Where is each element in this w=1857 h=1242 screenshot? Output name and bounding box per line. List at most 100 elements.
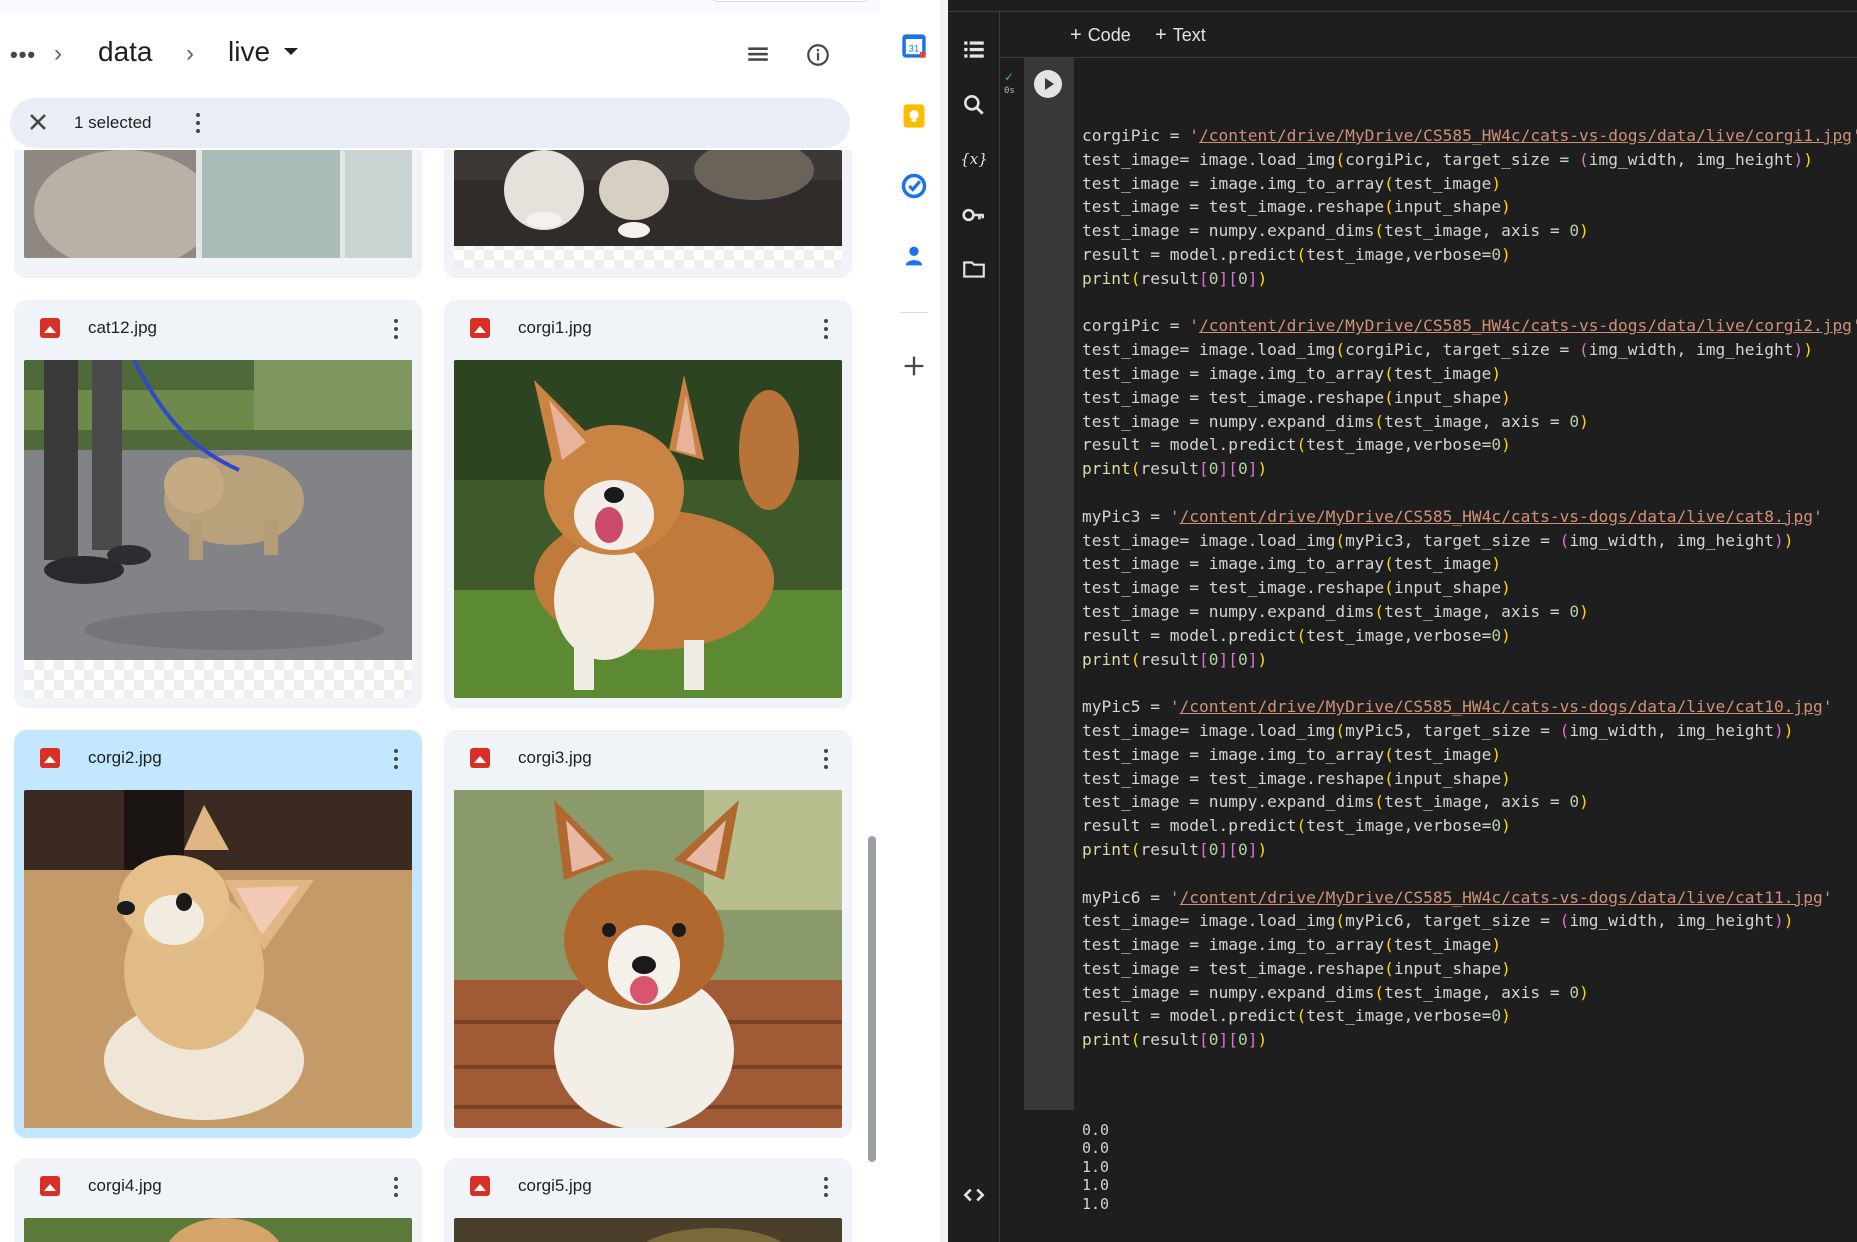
file-card-corgi5[interactable]: corgi5.jpg <box>444 1158 852 1242</box>
code-line[interactable]: print(result[0][0]) <box>1082 1028 1857 1052</box>
code-line[interactable] <box>1082 671 1857 695</box>
corgi-in-grass-thumbnail <box>454 360 842 698</box>
add-code-cell-button[interactable]: + Code <box>1070 24 1131 47</box>
file-card-header: corgi3.jpg <box>444 730 852 790</box>
code-line[interactable]: test_image = test_image.reshape(input_sh… <box>1082 576 1857 600</box>
window-divider <box>940 0 948 1242</box>
code-line[interactable]: test_image = numpy.expand_dims(test_imag… <box>1082 790 1857 814</box>
code-line[interactable]: test_image= image.load_img(myPic5, targe… <box>1082 719 1857 743</box>
more-options-icon[interactable] <box>388 1172 404 1202</box>
code-line[interactable]: test_image= image.load_img(corgiPic, tar… <box>1082 148 1857 172</box>
file-card-corgi2-selected[interactable]: corgi2.jpg <box>14 730 422 1138</box>
file-card-header: corgi5.jpg <box>444 1158 852 1218</box>
info-icon[interactable] <box>805 42 831 68</box>
drive-panel: ••• › data › live 1 selected cat12.jpg c… <box>0 0 880 1242</box>
code-line[interactable]: test_image = test_image.reshape(input_sh… <box>1082 386 1857 410</box>
file-path: /content/drive/MyDrive/CS585_HW4c/cats-v… <box>1179 887 1823 907</box>
code-line[interactable]: result = model.predict(test_image,verbos… <box>1082 624 1857 648</box>
code-text[interactable]: corgiPic = '/content/drive/MyDrive/CS585… <box>1082 124 1857 1052</box>
code-line[interactable]: test_image = image.img_to_array(test_ima… <box>1082 362 1857 386</box>
breadcrumb-more-button[interactable]: ••• <box>10 42 36 68</box>
file-card-cat12[interactable]: cat12.jpg <box>14 300 422 708</box>
cat-thumbnail <box>24 150 412 258</box>
output-line: 1.0 <box>1082 1176 1110 1195</box>
code-line[interactable] <box>1082 862 1857 886</box>
search-pill[interactable] <box>710 0 870 2</box>
code-line[interactable]: test_image = numpy.expand_dims(test_imag… <box>1082 981 1857 1005</box>
file-name: corgi2.jpg <box>88 748 162 767</box>
file-card-corgi3[interactable]: corgi3.jpg <box>444 730 852 1138</box>
output-line: 1.0 <box>1082 1194 1110 1213</box>
code-line[interactable]: print(result[0][0]) <box>1082 838 1857 862</box>
code-line[interactable]: test_image = image.img_to_array(test_ima… <box>1082 933 1857 957</box>
code-line[interactable]: result = model.predict(test_image,verbos… <box>1082 433 1857 457</box>
close-icon[interactable] <box>24 108 52 136</box>
code-line[interactable]: result = model.predict(test_image,verbos… <box>1082 814 1857 838</box>
breadcrumb-item-data[interactable]: data <box>98 36 153 68</box>
code-line[interactable]: test_image= image.load_img(myPic6, targe… <box>1082 909 1857 933</box>
search-icon[interactable] <box>961 92 987 118</box>
list-view-icon[interactable] <box>745 42 771 68</box>
code-line[interactable] <box>1082 481 1857 505</box>
code-line[interactable]: myPic5 = '/content/drive/MyDrive/CS585_H… <box>1082 695 1857 719</box>
run-cell-button[interactable] <box>1034 70 1062 98</box>
code-line[interactable]: test_image = test_image.reshape(input_sh… <box>1082 767 1857 791</box>
code-line[interactable]: test_image = image.img_to_array(test_ima… <box>1082 172 1857 196</box>
code-cell[interactable]: ✓ 0s corgiPic = '/content/drive/MyDrive/… <box>1000 58 1857 1242</box>
more-options-icon[interactable] <box>818 744 834 774</box>
file-path: /content/drive/MyDrive/CS585_HW4c/cats-v… <box>1198 126 1852 145</box>
colab-left-rail: {x} <box>948 12 1000 1242</box>
code-line[interactable]: print(result[0][0]) <box>1082 267 1857 291</box>
code-line[interactable]: corgiPic = '/content/drive/MyDrive/CS585… <box>1082 124 1857 148</box>
contacts-icon[interactable] <box>900 242 928 270</box>
output-line: 1.0 <box>1082 1157 1110 1176</box>
code-line[interactable]: corgiPic = '/content/drive/MyDrive/CS585… <box>1082 314 1857 338</box>
cat-paws-thumbnail <box>454 150 842 268</box>
code-line[interactable]: myPic6 = '/content/drive/MyDrive/CS585_H… <box>1082 886 1857 910</box>
more-options-icon[interactable] <box>388 314 404 344</box>
file-card-header: corgi1.jpg <box>444 300 852 360</box>
code-line[interactable]: test_image = numpy.expand_dims(test_imag… <box>1082 410 1857 434</box>
code-line[interactable]: test_image = test_image.reshape(input_sh… <box>1082 957 1857 981</box>
code-line[interactable]: test_image = test_image.reshape(input_sh… <box>1082 195 1857 219</box>
calendar-day: 31 <box>909 43 919 53</box>
more-options-icon[interactable] <box>818 314 834 344</box>
tasks-icon[interactable] <box>900 172 928 200</box>
breadcrumb-item-live[interactable]: live <box>228 36 270 68</box>
code-line[interactable]: test_image= image.load_img(corgiPic, tar… <box>1082 338 1857 362</box>
cat-on-leash-thumbnail <box>24 360 412 698</box>
dropdown-caret-icon[interactable] <box>284 48 298 55</box>
corgi5-thumbnail <box>454 1218 842 1242</box>
code-line[interactable]: print(result[0][0]) <box>1082 457 1857 481</box>
file-card-corgi1[interactable]: corgi1.jpg <box>444 300 852 708</box>
more-options-icon[interactable] <box>388 744 404 774</box>
code-line[interactable]: test_image = image.img_to_array(test_ima… <box>1082 552 1857 576</box>
more-options-icon[interactable] <box>818 1172 834 1202</box>
code-line[interactable]: result = model.predict(test_image,verbos… <box>1082 243 1857 267</box>
more-actions-icon[interactable] <box>186 108 210 138</box>
code-line[interactable]: test_image = image.img_to_array(test_ima… <box>1082 743 1857 767</box>
drive-scrollbar[interactable] <box>868 836 876 1162</box>
code-snippets-icon[interactable] <box>961 1182 987 1208</box>
code-line[interactable]: test_image = numpy.expand_dims(test_imag… <box>1082 219 1857 243</box>
file-card[interactable] <box>444 150 852 278</box>
keep-icon[interactable] <box>900 102 928 130</box>
variables-icon[interactable]: {x} <box>961 146 987 172</box>
secrets-key-icon[interactable] <box>961 202 987 228</box>
calendar-icon[interactable]: 31 <box>900 32 928 60</box>
file-card[interactable] <box>14 150 422 278</box>
table-of-contents-icon[interactable] <box>961 36 987 62</box>
code-editor[interactable]: corgiPic = '/content/drive/MyDrive/CS585… <box>1074 58 1857 1110</box>
add-icon[interactable] <box>900 352 928 380</box>
code-line[interactable] <box>1082 291 1857 315</box>
code-line[interactable]: myPic3 = '/content/drive/MyDrive/CS585_H… <box>1082 505 1857 529</box>
add-text-cell-button[interactable]: + Text <box>1155 24 1206 47</box>
code-line[interactable]: test_image = numpy.expand_dims(test_imag… <box>1082 600 1857 624</box>
corgi-puppy-thumbnail <box>24 790 412 1128</box>
code-line[interactable]: result = model.predict(test_image,verbos… <box>1082 1004 1857 1028</box>
code-line[interactable]: print(result[0][0]) <box>1082 648 1857 672</box>
files-folder-icon[interactable] <box>961 256 987 282</box>
file-card-corgi4[interactable]: corgi4.jpg <box>14 1158 422 1242</box>
cell-run-area <box>1024 58 1074 1110</box>
code-line[interactable]: test_image= image.load_img(myPic3, targe… <box>1082 529 1857 553</box>
